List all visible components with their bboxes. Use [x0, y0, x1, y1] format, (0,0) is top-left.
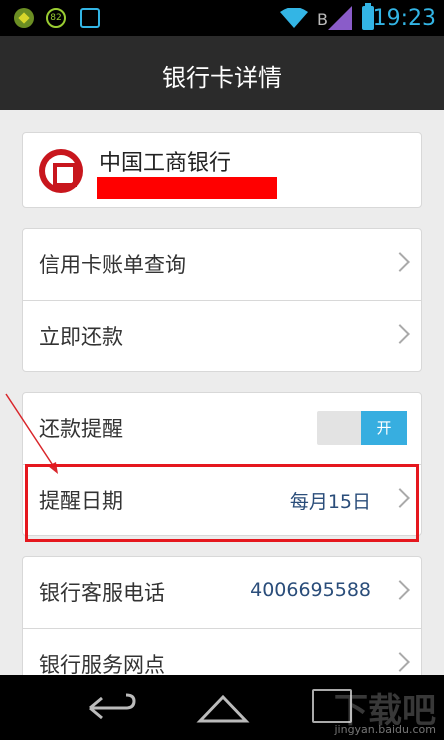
icbc-logo-icon: [39, 149, 83, 193]
row-label: 银行服务网点: [39, 653, 165, 675]
row-reminder-date[interactable]: 提醒日期 每月15日: [23, 464, 421, 535]
row-bank-branches[interactable]: 银行服务网点: [23, 628, 421, 675]
toggle-on-label: 开: [361, 411, 407, 445]
row-customer-service-phone[interactable]: 银行客服电话 4006695588: [23, 557, 421, 628]
sync-icon: [80, 8, 100, 28]
redacted-card-number: [97, 177, 277, 199]
chevron-right-icon: [390, 488, 410, 508]
app-notification-icon: [14, 8, 34, 28]
card-section-2: 还款提醒 开 提醒日期 每月15日: [22, 392, 422, 536]
navigation-bar: 下载吧 jingyan.baidu.com: [0, 675, 444, 740]
row-label: 银行客服电话: [39, 581, 165, 605]
bank-card: 中国工商银行: [22, 132, 422, 208]
home-icon[interactable]: [196, 691, 250, 725]
row-repay-now[interactable]: 立即还款: [23, 300, 421, 371]
row-value: 每月15日: [289, 491, 371, 513]
reminder-toggle[interactable]: 开: [317, 411, 407, 445]
card-section-1: 信用卡账单查询 立即还款: [22, 228, 422, 372]
row-value: 4006695588: [250, 579, 371, 601]
signal-icon: [328, 6, 352, 30]
row-repay-reminder: 还款提醒 开: [23, 393, 421, 464]
network-type-label: B: [317, 10, 328, 29]
chevron-right-icon: [390, 252, 410, 272]
row-label: 立即还款: [39, 325, 123, 349]
row-credit-bill-query[interactable]: 信用卡账单查询: [23, 229, 421, 300]
row-label: 提醒日期: [39, 489, 123, 513]
row-label: 信用卡账单查询: [39, 253, 186, 277]
clock: 19:23: [372, 6, 436, 31]
battery-percent-icon: 82: [46, 8, 66, 28]
title-bar: 银行卡详情: [0, 36, 444, 110]
back-arrow-icon[interactable]: [82, 693, 138, 723]
content-area: 中国工商银行 信用卡账单查询 立即还款 还款提醒 开 提醒日期 每月15日 银行…: [0, 110, 444, 675]
wifi-icon: [280, 8, 308, 28]
status-bar: 82 B 19:23: [0, 0, 444, 36]
chevron-right-icon: [390, 324, 410, 344]
watermark-sub: jingyan.baidu.com: [334, 723, 436, 736]
chevron-right-icon: [390, 652, 410, 672]
chevron-right-icon: [390, 580, 410, 600]
card-section-3: 银行客服电话 4006695588 银行服务网点: [22, 556, 422, 675]
annotation-arrow: [5, 393, 58, 474]
bank-name: 中国工商银行: [99, 151, 232, 176]
page-title: 银行卡详情: [162, 64, 282, 92]
